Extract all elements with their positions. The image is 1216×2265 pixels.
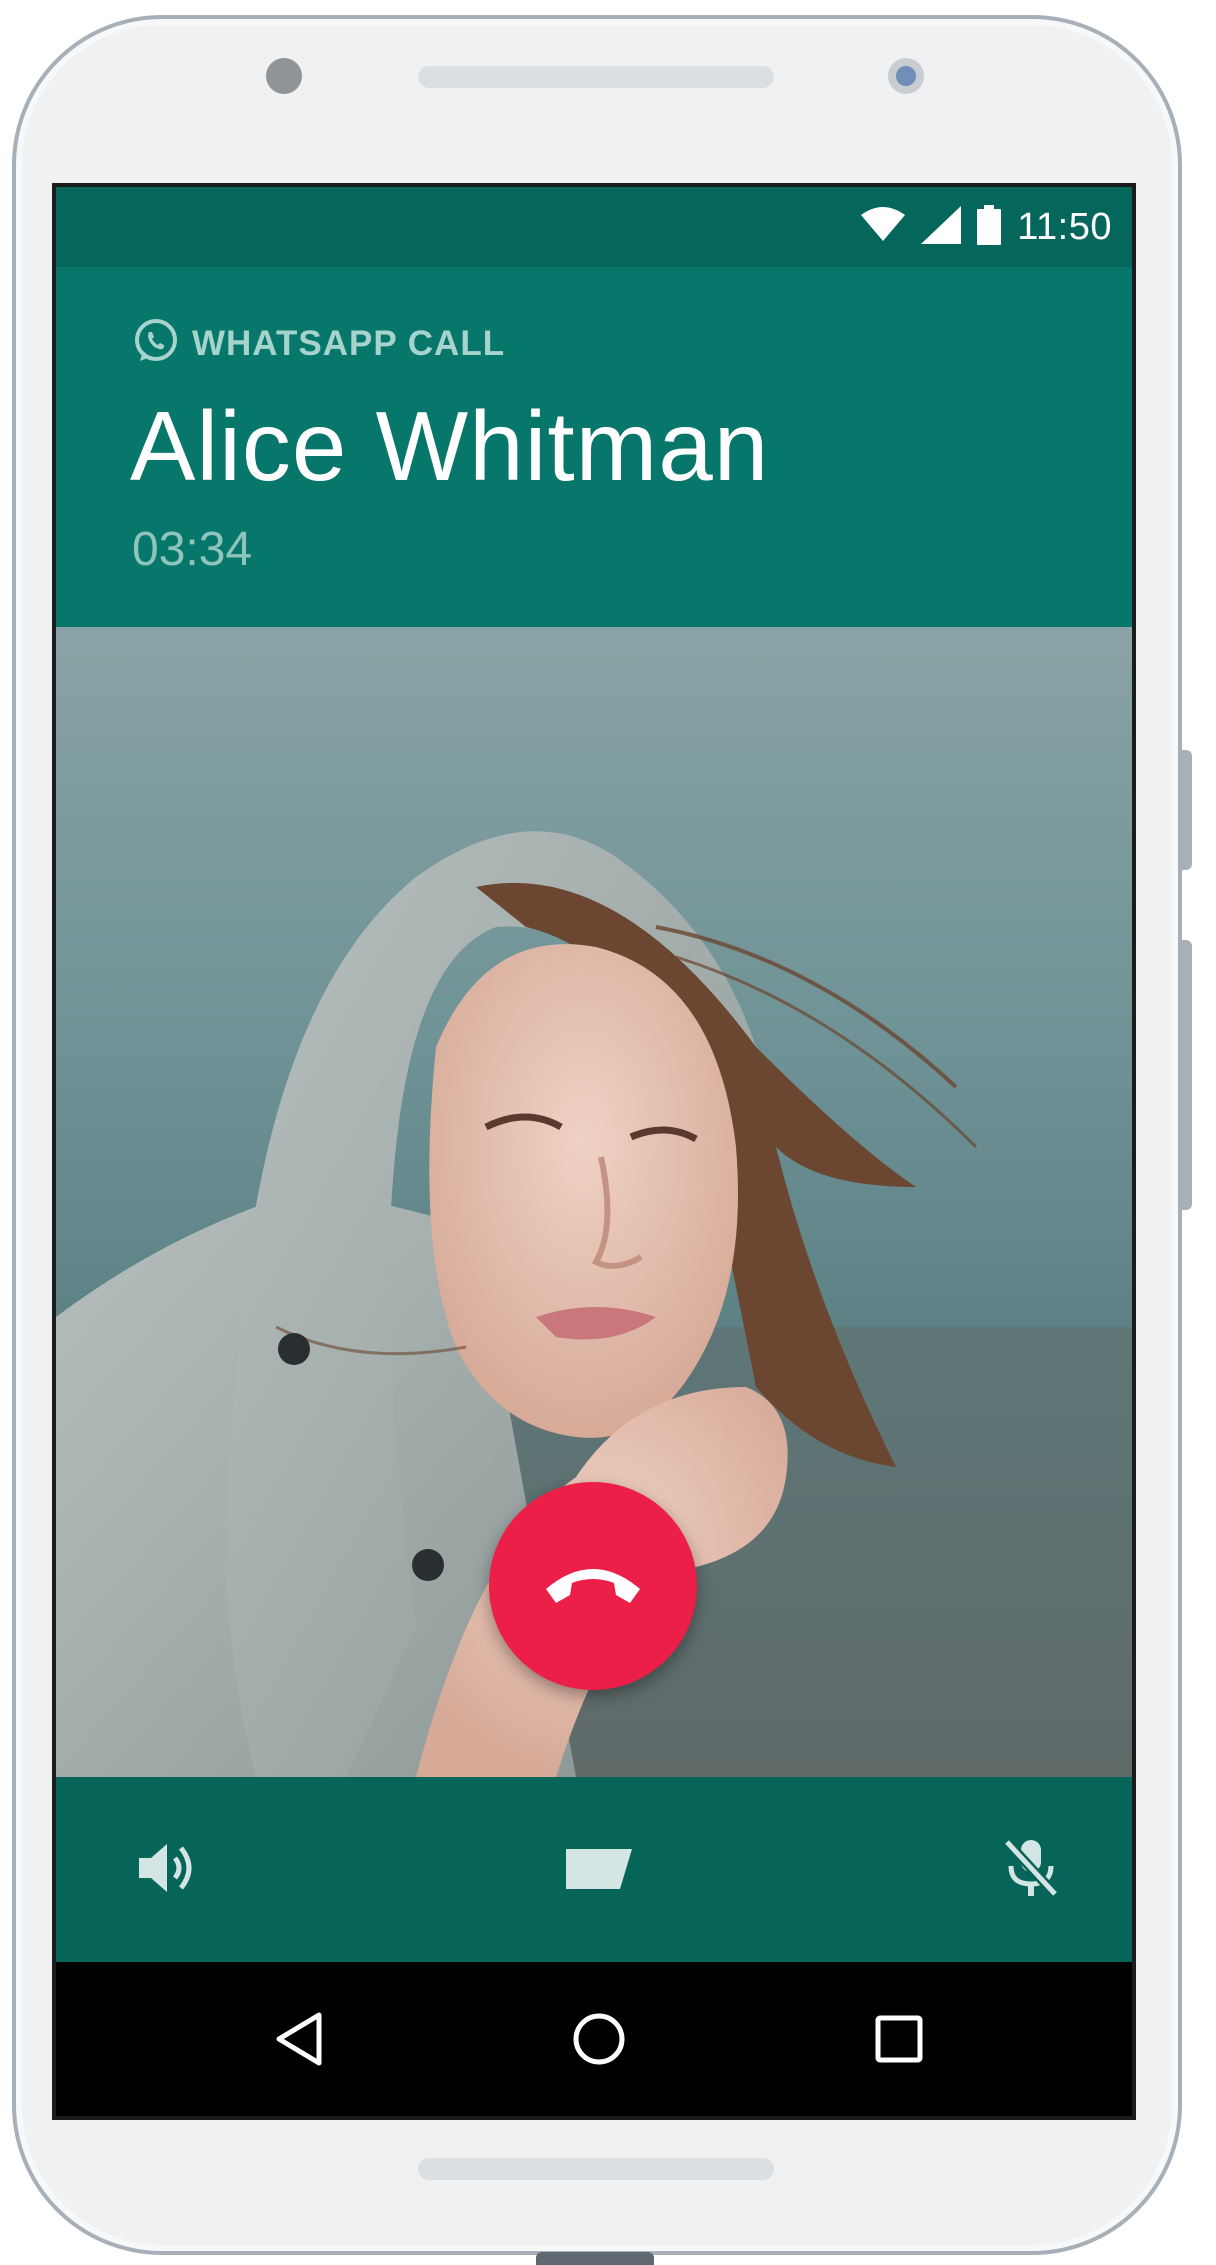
power-button xyxy=(1180,750,1192,870)
video-icon xyxy=(564,1843,634,1898)
speaker-button[interactable] xyxy=(132,1835,202,1905)
battery-icon xyxy=(977,204,1002,250)
back-icon xyxy=(273,2011,325,2072)
volume-button xyxy=(1180,940,1192,1210)
signal-icon xyxy=(921,205,962,249)
mute-button[interactable] xyxy=(996,1835,1066,1905)
bottom-speaker xyxy=(418,2158,774,2180)
back-button[interactable] xyxy=(264,2006,334,2076)
call-controls-bar xyxy=(56,1777,1132,1962)
navigation-bar xyxy=(56,1962,1132,2116)
call-label-row: WHATSAPP CALL xyxy=(132,317,505,370)
call-duration: 03:34 xyxy=(132,523,253,576)
call-type-label: WHATSAPP CALL xyxy=(192,323,506,363)
status-icons: 11:50 xyxy=(861,187,1112,267)
recents-icon xyxy=(874,2014,924,2069)
mic-off-icon xyxy=(1001,1836,1061,1905)
contact-name: Alice Whitman xyxy=(130,391,770,501)
proximity-sensor xyxy=(888,58,924,94)
bottom-connector xyxy=(536,2252,654,2265)
wifi-icon xyxy=(861,206,906,248)
front-camera xyxy=(266,58,302,94)
recents-button[interactable] xyxy=(864,2006,934,2076)
home-button[interactable] xyxy=(564,2006,634,2076)
call-header: WHATSAPP CALL Alice Whitman 03:34 xyxy=(56,267,1132,627)
home-icon xyxy=(571,2011,627,2072)
stage: 11:50 WHATSAPP CALL Alice Whitman 03:34 xyxy=(0,0,1216,2265)
end-call-button[interactable] xyxy=(489,1482,697,1690)
screen: 11:50 WHATSAPP CALL Alice Whitman 03:34 xyxy=(52,183,1136,2120)
status-bar: 11:50 xyxy=(56,187,1132,267)
video-button[interactable] xyxy=(564,1835,634,1905)
end-call-icon xyxy=(538,1559,648,1614)
earpiece-speaker xyxy=(418,66,774,88)
whatsapp-icon xyxy=(132,317,180,370)
speaker-icon xyxy=(135,1838,199,1903)
status-time: 11:50 xyxy=(1017,205,1112,248)
